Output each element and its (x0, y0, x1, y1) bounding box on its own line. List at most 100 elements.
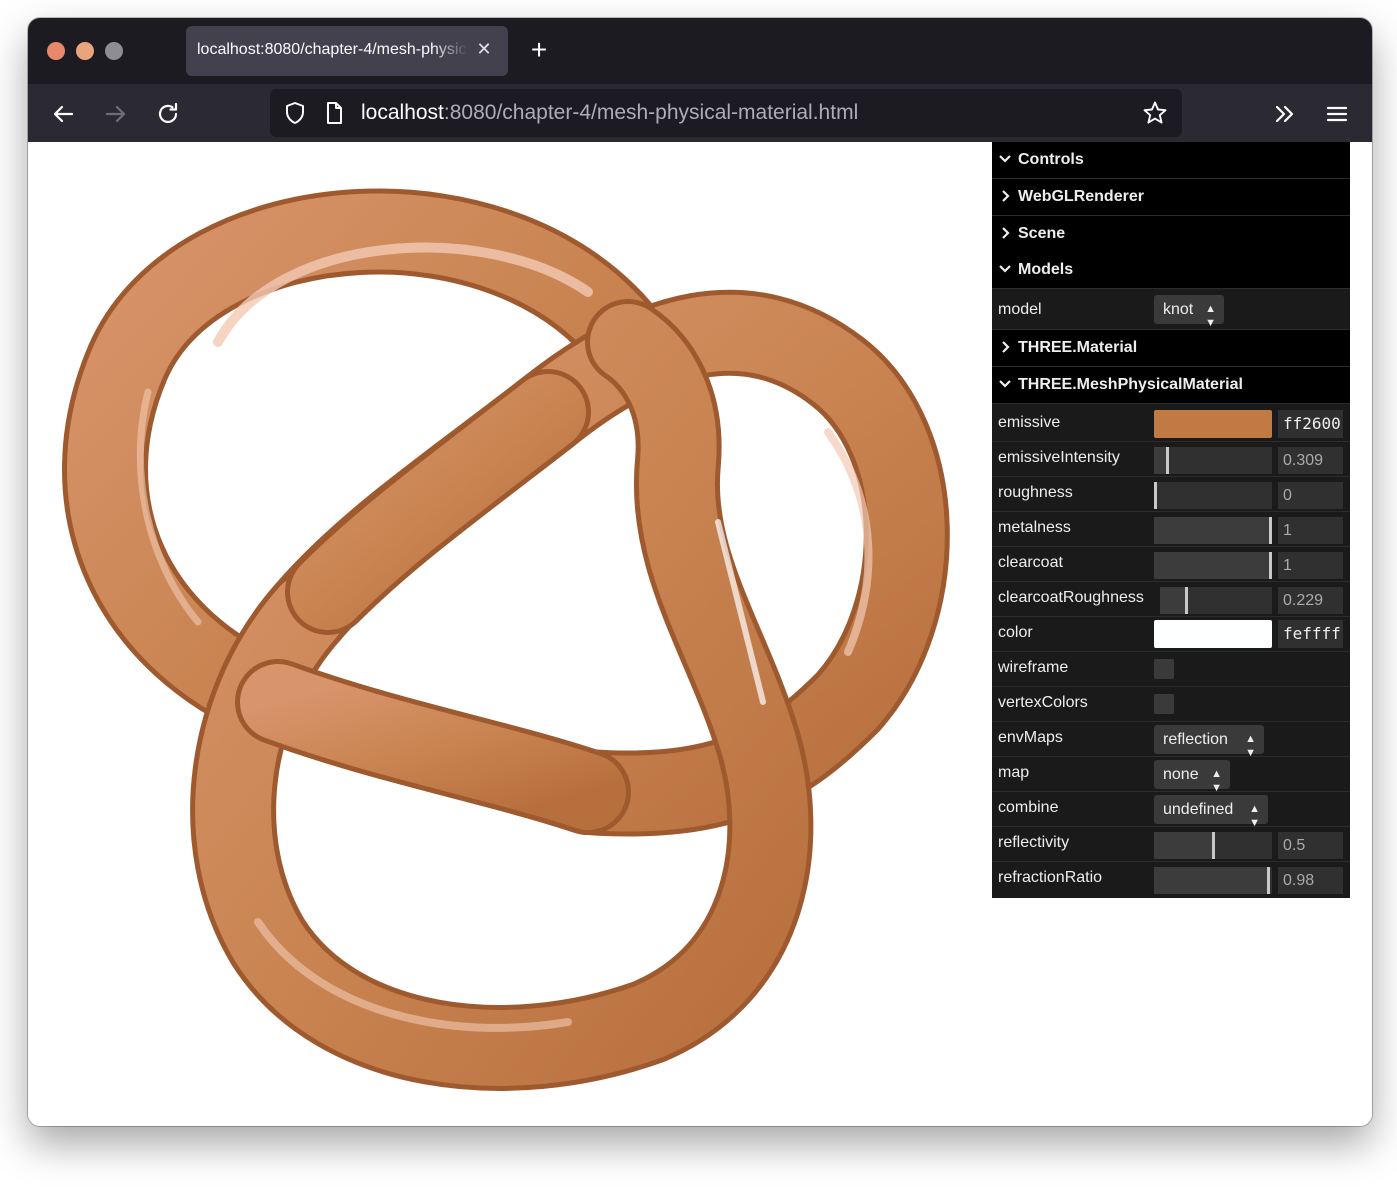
metalness-slider[interactable] (1154, 517, 1272, 544)
color-hex-input[interactable]: feffff (1278, 620, 1343, 648)
control-label: combine (998, 799, 1059, 816)
folder-title: THREE.Material (1018, 339, 1138, 356)
folder-scene[interactable]: Scene (992, 216, 1350, 253)
control-label: clearcoatRoughness (998, 589, 1144, 606)
vertex-colors-checkbox[interactable] (1154, 694, 1174, 714)
control-emissive-intensity: emissiveIntensity 0.309 (992, 441, 1350, 477)
metalness-input[interactable]: 1 (1278, 517, 1343, 544)
select-value: knot (1163, 301, 1194, 318)
folder-mesh-physical-material[interactable]: THREE.MeshPhysicalMaterial (992, 367, 1350, 404)
folder-webgl-renderer[interactable]: WebGLRenderer (992, 179, 1350, 216)
reload-icon[interactable] (153, 99, 183, 129)
control-label: refractionRatio (998, 869, 1103, 886)
control-label: emissive (998, 414, 1061, 431)
control-reflectivity: reflectivity 0.5 (992, 826, 1350, 862)
control-model: model knot ▲ ▼ (992, 289, 1350, 330)
window-maximize-button[interactable] (105, 42, 123, 60)
slider-thumb[interactable] (1269, 552, 1272, 579)
control-wireframe: wireframe (992, 651, 1350, 687)
control-clearcoat-roughness: clearcoatRoughness 0.229 (992, 581, 1350, 617)
clearcoat-input[interactable]: 1 (1278, 552, 1343, 579)
dat-gui-panel[interactable]: Controls WebGLRenderer Scene Models mode… (992, 142, 1350, 898)
control-label: vertexColors (998, 694, 1088, 711)
control-label: roughness (998, 484, 1073, 501)
tab-close-icon[interactable]: ✕ (472, 37, 496, 61)
browser-window: localhost:8080/chapter-4/mesh-physical-m… (28, 18, 1372, 1126)
reflectivity-input[interactable]: 0.5 (1278, 832, 1343, 859)
slider-thumb[interactable] (1269, 517, 1272, 544)
bookmark-star-icon[interactable] (1142, 100, 1168, 126)
clearcoat-roughness-input[interactable]: 0.229 (1278, 587, 1343, 614)
tab-title: localhost:8080/chapter-4/mesh-physical-m… (197, 41, 467, 58)
forward-arrow-icon[interactable] (101, 99, 131, 129)
folder-title: Controls (1018, 151, 1084, 168)
control-label: envMaps (998, 729, 1063, 746)
slider-thumb[interactable] (1154, 482, 1157, 509)
control-combine: combine undefined ▲ ▼ (992, 791, 1350, 829)
control-label: wireframe (998, 659, 1069, 676)
refraction-ratio-slider[interactable] (1154, 867, 1272, 894)
wireframe-checkbox[interactable] (1154, 659, 1174, 679)
window-close-button[interactable] (47, 42, 65, 60)
control-refraction-ratio: refractionRatio 0.98 (992, 861, 1350, 896)
chevron-down-icon (999, 265, 1011, 273)
back-arrow-icon[interactable] (48, 99, 78, 129)
model-select[interactable]: knot ▲ ▼ (1154, 295, 1224, 329)
torus-knot-canvas[interactable] (28, 142, 1028, 1126)
page-icon[interactable] (322, 100, 346, 126)
control-label: map (998, 764, 1030, 781)
chevron-down-icon (999, 155, 1011, 163)
folder-title: Scene (1018, 225, 1066, 242)
folder-title: WebGLRenderer (1018, 188, 1144, 205)
combine-select[interactable]: undefined ▲ ▼ (1154, 795, 1268, 829)
control-label: color (998, 624, 1033, 641)
hamburger-menu-icon[interactable] (1322, 99, 1352, 129)
chevron-right-icon (1002, 341, 1010, 353)
slider-thumb[interactable] (1185, 587, 1188, 614)
emissive-intensity-input[interactable]: 0.309 (1278, 447, 1343, 474)
control-clearcoat: clearcoat 1 (992, 546, 1350, 582)
roughness-input[interactable]: 0 (1278, 482, 1343, 509)
url-host: localhost (361, 101, 444, 124)
emissive-intensity-slider[interactable] (1154, 447, 1272, 474)
control-vertex-colors: vertexColors (992, 686, 1350, 722)
slider-thumb[interactable] (1212, 832, 1215, 859)
emissive-color-swatch[interactable] (1154, 410, 1272, 438)
window-minimize-button[interactable] (76, 42, 94, 60)
select-value: reflection (1163, 731, 1228, 748)
control-map: map none ▲ ▼ (992, 756, 1350, 794)
folder-three-material[interactable]: THREE.Material (992, 330, 1350, 367)
map-select[interactable]: none ▲ ▼ (1154, 760, 1230, 794)
chevron-right-icon (1002, 190, 1010, 202)
page-content: Controls WebGLRenderer Scene Models mode… (28, 142, 1372, 1126)
color-swatch[interactable] (1154, 620, 1272, 648)
refraction-ratio-input[interactable]: 0.98 (1278, 867, 1343, 894)
navigation-bar: localhost:8080/chapter-4/mesh-physical-m… (28, 84, 1372, 142)
chevron-down-icon (999, 380, 1011, 388)
clearcoat-slider[interactable] (1154, 552, 1272, 579)
url-text[interactable]: localhost:8080/chapter-4/mesh-physical-m… (361, 101, 858, 125)
control-color: color feffff (992, 616, 1350, 652)
address-bar[interactable]: localhost:8080/chapter-4/mesh-physical-m… (270, 89, 1182, 137)
folder-models[interactable]: Models (992, 252, 1350, 289)
control-emissive: emissive ff2600 (992, 406, 1350, 442)
reflectivity-slider[interactable] (1154, 832, 1272, 859)
control-label: clearcoat (998, 554, 1063, 571)
roughness-slider[interactable] (1154, 482, 1272, 509)
chevron-right-icon (1002, 227, 1010, 239)
clearcoat-roughness-slider[interactable] (1160, 587, 1272, 614)
folder-controls[interactable]: Controls (992, 142, 1350, 179)
control-metalness: metalness 1 (992, 511, 1350, 547)
control-label: emissiveIntensity (998, 449, 1120, 466)
overflow-menu-icon[interactable] (1270, 99, 1300, 129)
new-tab-button[interactable]: + (524, 35, 554, 65)
select-chevron-icon: ▲ ▼ (1205, 303, 1216, 329)
env-maps-select[interactable]: reflection ▲ ▼ (1154, 725, 1264, 759)
control-label: model (998, 301, 1042, 318)
shield-icon[interactable] (282, 100, 308, 126)
browser-tab[interactable]: localhost:8080/chapter-4/mesh-physical-m… (186, 26, 508, 76)
emissive-hex-input[interactable]: ff2600 (1278, 410, 1343, 438)
control-label: metalness (998, 519, 1071, 536)
slider-thumb[interactable] (1166, 447, 1169, 474)
slider-thumb[interactable] (1267, 867, 1270, 894)
